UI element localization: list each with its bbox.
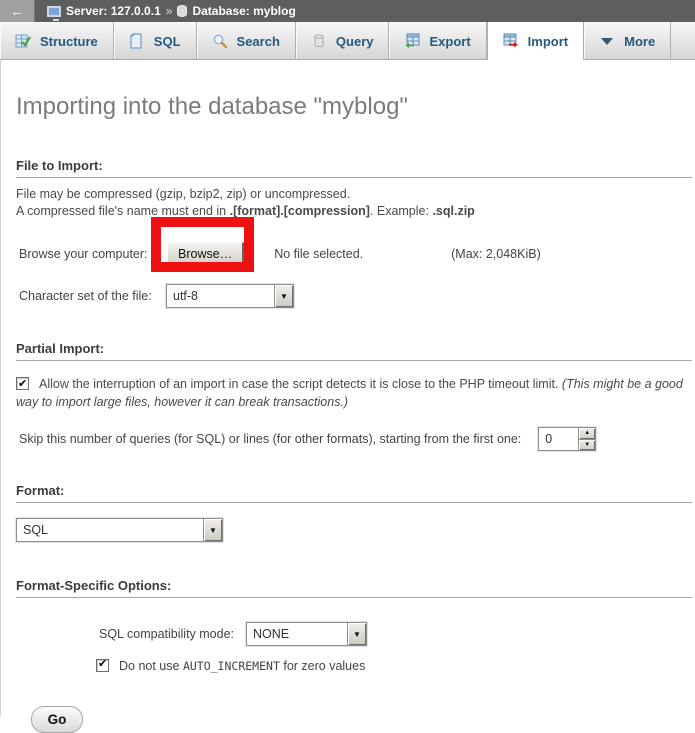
- export-icon: [404, 33, 420, 49]
- sql-compat-label: SQL compatibility mode:: [99, 627, 234, 641]
- skip-queries-label: Skip this number of queries (for SQL) or…: [19, 432, 521, 446]
- sql-icon: [129, 33, 145, 49]
- section-format: Format:: [16, 483, 692, 503]
- stepper-up-icon[interactable]: [579, 428, 595, 439]
- tab-label: SQL: [154, 34, 181, 49]
- compression-note: File may be compressed (gzip, bzip2, zip…: [16, 186, 695, 220]
- dropdown-arrow-icon[interactable]: [347, 623, 366, 645]
- allow-interrupt-row: Allow the interruption of an import in c…: [16, 375, 684, 411]
- allow-interrupt-label: Allow the interruption of an import in c…: [39, 377, 562, 391]
- skip-queries-row: Skip this number of queries (for SQL) or…: [16, 426, 695, 452]
- tab-more[interactable]: More: [584, 22, 671, 60]
- tab-import[interactable]: Import: [487, 22, 584, 60]
- tab-label: Structure: [40, 34, 98, 49]
- file-upload-row: Browse your computer: Browse… No file se…: [16, 241, 695, 267]
- format-selected-value: SQL: [17, 519, 54, 541]
- tab-label: Export: [429, 34, 470, 49]
- breadcrumb-server[interactable]: Server: 127.0.0.1: [66, 4, 161, 18]
- page-title: Importing into the database "myblog": [16, 60, 695, 121]
- dropdown-arrow-icon[interactable]: [203, 519, 222, 541]
- allow-interrupt-checkbox[interactable]: [16, 377, 29, 390]
- dropdown-arrow-icon[interactable]: [274, 285, 293, 307]
- max-size-text: (Max: 2,048KiB): [451, 247, 541, 261]
- tab-bar: Structure SQL Search Query Export Import…: [0, 22, 695, 60]
- stepper-down-icon[interactable]: [579, 439, 595, 451]
- charset-select[interactable]: utf-8: [166, 284, 294, 308]
- auto-increment-label-prefix: Do not use: [119, 659, 183, 673]
- section-file-to-import: File to Import:: [16, 158, 692, 178]
- server-icon: [47, 6, 61, 17]
- format-compression-token: .[format].[compression]: [230, 204, 370, 218]
- skip-queries-value: 0: [539, 428, 578, 450]
- browse-label: Browse your computer:: [19, 247, 167, 261]
- main-content: Importing into the database "myblog" Fil…: [0, 60, 695, 716]
- example-token: .sql.zip: [432, 204, 474, 218]
- titlebar: Server: 127.0.0.1 » Database: myblog: [0, 0, 695, 22]
- database-icon: [177, 5, 187, 17]
- stepper-buttons: [578, 428, 595, 450]
- charset-selected-value: utf-8: [167, 285, 204, 307]
- breadcrumb-separator: »: [166, 4, 173, 18]
- structure-icon: [15, 33, 31, 49]
- tab-query[interactable]: Query: [296, 22, 390, 60]
- breadcrumb-database[interactable]: Database: myblog: [192, 4, 295, 18]
- format-select[interactable]: SQL: [16, 518, 223, 542]
- go-button[interactable]: Go: [31, 706, 83, 733]
- charset-row: Character set of the file: utf-8: [16, 284, 695, 308]
- sql-compat-select[interactable]: NONE: [246, 622, 367, 646]
- tab-label: Import: [528, 34, 568, 49]
- chevron-down-icon: [599, 33, 615, 49]
- auto-increment-checkbox[interactable]: [96, 659, 109, 672]
- auto-increment-code: AUTO_INCREMENT: [183, 659, 280, 673]
- sql-compat-selected-value: NONE: [247, 623, 295, 645]
- compression-note-line1: File may be compressed (gzip, bzip2, zip…: [16, 187, 350, 201]
- tab-export[interactable]: Export: [389, 22, 486, 60]
- query-icon: [311, 33, 327, 49]
- tab-structure[interactable]: Structure: [0, 22, 114, 60]
- import-icon: [503, 33, 519, 49]
- browse-button[interactable]: Browse…: [167, 242, 244, 266]
- breadcrumb: Server: 127.0.0.1 » Database: myblog: [47, 4, 296, 18]
- sql-compat-row: SQL compatibility mode: NONE: [16, 622, 695, 646]
- skip-queries-stepper[interactable]: 0: [538, 427, 596, 451]
- tab-label: Search: [237, 34, 280, 49]
- format-select-row: SQL: [16, 518, 695, 542]
- compression-note-line2: A compressed file's name must end in: [16, 204, 230, 218]
- search-icon: [212, 33, 228, 49]
- charset-label: Character set of the file:: [19, 289, 166, 303]
- tab-search[interactable]: Search: [197, 22, 296, 60]
- section-format-specific: Format-Specific Options:: [16, 578, 692, 598]
- tab-label: Query: [336, 34, 374, 49]
- tab-sql[interactable]: SQL: [114, 22, 197, 60]
- tab-label: More: [624, 34, 655, 49]
- no-file-selected-text: No file selected.: [274, 247, 363, 261]
- section-partial-import: Partial Import:: [16, 341, 692, 361]
- back-icon[interactable]: [0, 0, 35, 22]
- example-label: . Example:: [370, 204, 433, 218]
- auto-increment-label-suffix: for zero values: [280, 659, 365, 673]
- auto-increment-row: Do not use AUTO_INCREMENT for zero value…: [16, 659, 695, 673]
